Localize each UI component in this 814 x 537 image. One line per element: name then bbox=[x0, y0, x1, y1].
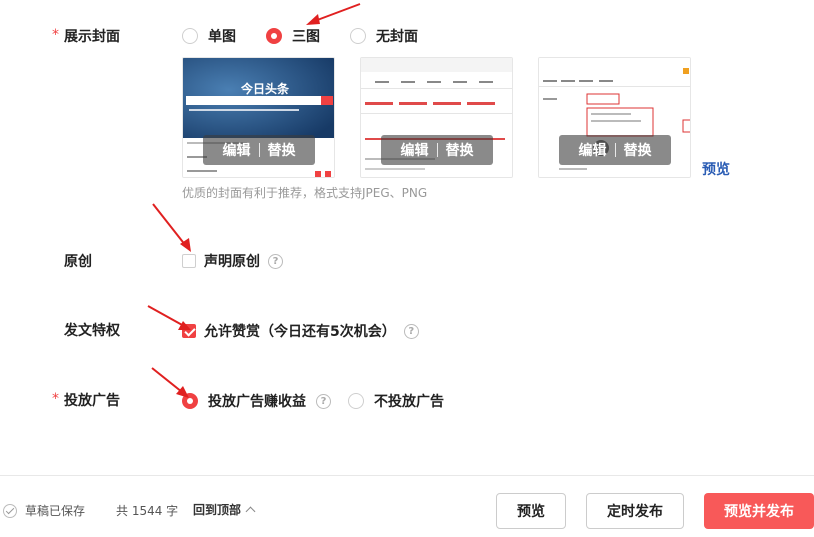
check-circle-icon bbox=[3, 503, 17, 518]
draft-saved-text: 草稿已保存 bbox=[25, 504, 86, 518]
schedule-publish-button[interactable]: 定时发布 bbox=[586, 493, 684, 529]
publish-footer: 草稿已保存 共 1544 字 回到顶部 预览 定时发布 预览并发布 bbox=[0, 475, 814, 537]
preview-button[interactable]: 预览 bbox=[496, 493, 566, 529]
back-to-top-button[interactable]: 回到顶部 bbox=[193, 501, 256, 518]
chevron-up-icon bbox=[245, 506, 256, 517]
preview-and-publish-button[interactable]: 预览并发布 bbox=[704, 493, 814, 529]
draft-saved-status: 草稿已保存 bbox=[3, 502, 85, 519]
word-count: 共 1544 字 bbox=[116, 504, 179, 518]
back-to-top-label: 回到顶部 bbox=[193, 503, 242, 517]
